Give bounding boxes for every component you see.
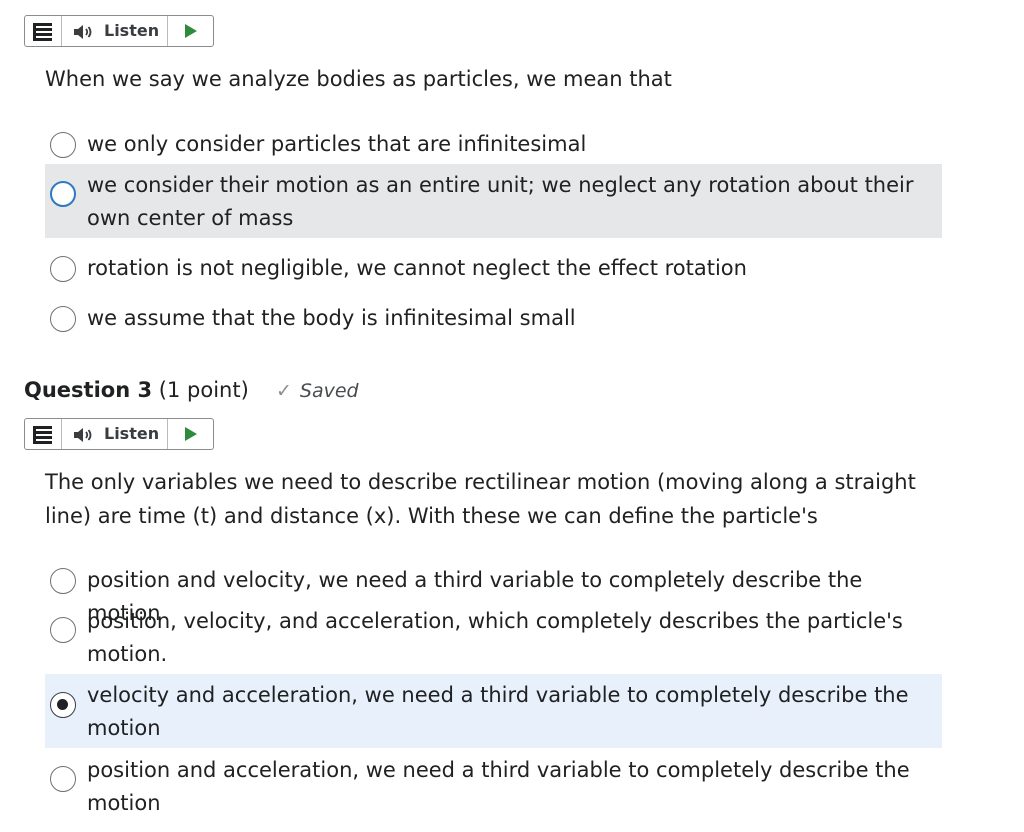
q3-option-2[interactable]: position, velocity, and acceleration, wh… <box>45 605 942 671</box>
play-button[interactable] <box>167 16 215 46</box>
radio-button-icon[interactable] <box>50 617 76 643</box>
question-points: (1 point) <box>158 378 249 402</box>
speaker-icon[interactable] <box>73 24 95 40</box>
radio-button-icon[interactable] <box>50 692 76 718</box>
question-title: Question 3 <box>24 378 153 402</box>
q2-listen-toolbar: Listen <box>24 15 214 47</box>
q3-prompt: The only variables we need to describe r… <box>45 470 916 528</box>
saved-status: ✓ Saved <box>276 380 359 402</box>
option-label: we consider their motion as an entire un… <box>87 173 914 230</box>
option-label: rotation is not negligible, we cannot ne… <box>87 256 747 280</box>
listen-label[interactable]: Listen <box>104 424 159 443</box>
play-icon <box>185 427 197 441</box>
option-label: position and acceleration, we need a thi… <box>87 758 910 815</box>
option-label: velocity and acceleration, we need a thi… <box>87 683 909 740</box>
radio-button-icon[interactable] <box>50 568 76 594</box>
play-icon <box>185 24 197 38</box>
listen-label[interactable]: Listen <box>104 21 159 40</box>
q3-listen-toolbar: Listen <box>24 418 214 450</box>
q3-option-4[interactable]: position and acceleration, we need a thi… <box>45 754 942 822</box>
option-label: we assume that the body is infinitesimal… <box>87 306 576 330</box>
radio-button-icon[interactable] <box>50 256 76 282</box>
radio-button-icon[interactable] <box>50 181 76 207</box>
option-label: position, velocity, and acceleration, wh… <box>87 609 903 666</box>
q2-option-2[interactable]: we consider their motion as an entire un… <box>45 164 942 238</box>
play-button[interactable] <box>167 419 215 449</box>
speaker-icon[interactable] <box>73 427 95 443</box>
saved-label: Saved <box>299 380 359 402</box>
radio-button-icon[interactable] <box>50 766 76 792</box>
radio-button-icon[interactable] <box>50 132 76 158</box>
q3-option-3[interactable]: velocity and acceleration, we need a thi… <box>45 674 942 748</box>
q3-option-1[interactable]: position and velocity, we need a third v… <box>45 564 942 625</box>
option-label: we only consider particles that are infi… <box>87 132 587 156</box>
question-3-header: Question 3 (1 point) <box>24 378 249 402</box>
menu-icon[interactable] <box>25 16 62 46</box>
q2-option-4[interactable]: we assume that the body is infinitesimal… <box>45 302 942 336</box>
q2-option-3[interactable]: rotation is not negligible, we cannot ne… <box>45 252 942 286</box>
q2-option-1[interactable]: we only consider particles that are infi… <box>45 128 942 162</box>
menu-icon[interactable] <box>25 419 62 449</box>
q2-prompt: When we say we analyze bodies as particl… <box>45 67 672 91</box>
checkmark-icon: ✓ <box>276 380 292 402</box>
radio-button-icon[interactable] <box>50 306 76 332</box>
